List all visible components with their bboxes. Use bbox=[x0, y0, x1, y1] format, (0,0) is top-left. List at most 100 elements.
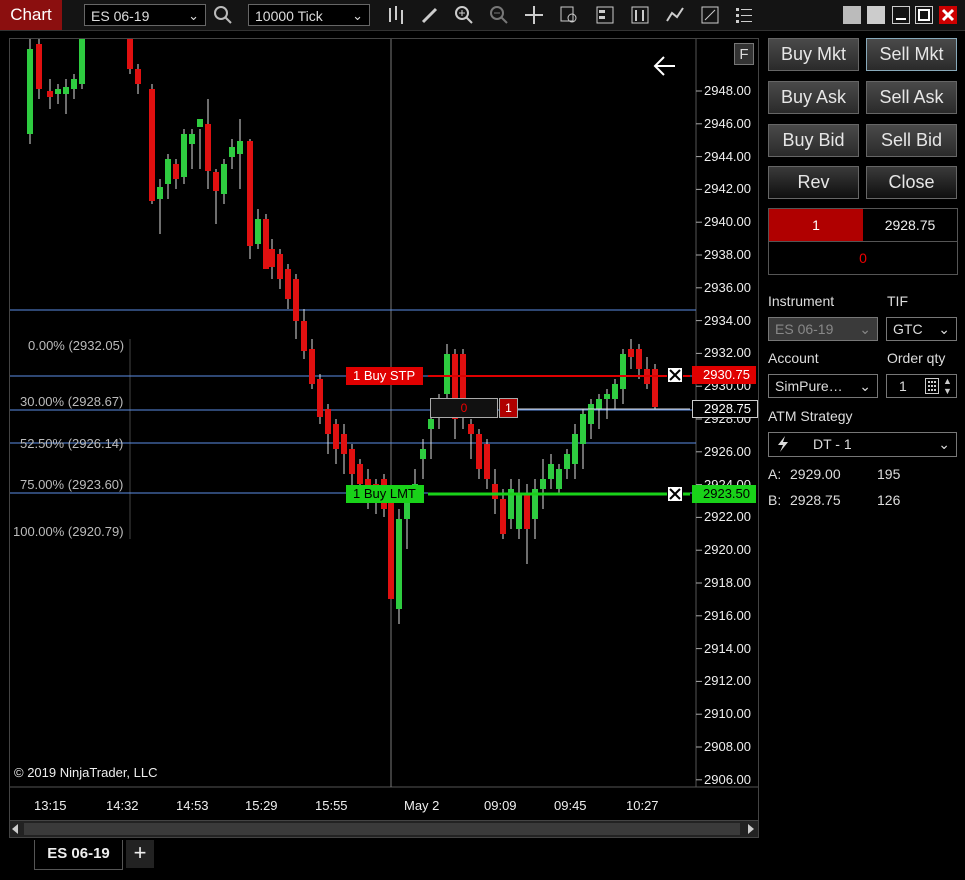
zoom-in-icon[interactable] bbox=[453, 4, 475, 26]
account-select-value: SimPure… bbox=[775, 378, 843, 394]
candle-body bbox=[221, 164, 227, 194]
f-button[interactable]: F bbox=[734, 43, 754, 65]
price-axis-label: 2948.00 bbox=[704, 83, 751, 98]
scroll-left-icon[interactable] bbox=[12, 824, 18, 834]
zoom-out-icon[interactable] bbox=[488, 4, 510, 26]
candle-body bbox=[255, 219, 261, 244]
add-tab-button[interactable]: + bbox=[126, 840, 154, 868]
tab-es-06-19[interactable]: ES 06-19 bbox=[34, 840, 123, 870]
indicators-icon[interactable] bbox=[699, 4, 721, 26]
fib-label-75: 75.00% (2923.60) bbox=[20, 477, 124, 492]
stepper-up-icon[interactable]: ▲ bbox=[943, 377, 952, 386]
candle-body bbox=[484, 444, 490, 479]
instrument-selector[interactable]: ES 06-19 ⌄ bbox=[84, 4, 206, 26]
candle-body bbox=[181, 134, 187, 177]
price-axis-label: 2910.00 bbox=[704, 706, 751, 722]
tif-label: TIF bbox=[887, 293, 908, 309]
maximize-window-icon[interactable] bbox=[915, 6, 933, 24]
time-axis-label: 09:45 bbox=[554, 798, 587, 813]
tif-select[interactable]: GTC ⌄ bbox=[886, 317, 957, 341]
calculator-icon[interactable] bbox=[925, 378, 939, 400]
properties-icon[interactable] bbox=[594, 4, 616, 26]
close-button[interactable]: Close bbox=[866, 166, 957, 199]
candle-body bbox=[317, 379, 323, 417]
stop-order-tag[interactable]: 1 Buy STP bbox=[346, 367, 424, 385]
price-axis-label: 2944.00 bbox=[704, 148, 751, 164]
order-qty-stepper[interactable]: 1 ▲ ▼ bbox=[886, 374, 957, 398]
sell-ask-button[interactable]: Sell Ask bbox=[866, 81, 957, 114]
time-axis[interactable]: 13:15 14:32 14:53 15:29 15:55 May 2 09:09 09:45… bbox=[10, 791, 696, 815]
candle-body bbox=[604, 394, 610, 399]
candle-body bbox=[237, 141, 243, 154]
candle-body bbox=[63, 87, 69, 94]
price-axis-label: 2932.00 bbox=[704, 345, 751, 361]
position-price-tag: 2928.75 bbox=[692, 400, 758, 418]
candle-body bbox=[229, 147, 235, 157]
candle-body bbox=[285, 269, 291, 299]
candle-body bbox=[357, 464, 363, 484]
scrollbar-thumb[interactable] bbox=[24, 823, 740, 835]
price-axis-label: 2946.00 bbox=[704, 115, 751, 131]
bid-price: 2928.75 bbox=[790, 492, 841, 508]
interval-selector-value: 10000 Tick bbox=[255, 8, 323, 24]
scroll-right-icon[interactable] bbox=[748, 824, 754, 834]
candle-body bbox=[213, 172, 219, 191]
sell-mkt-button[interactable]: Sell Mkt bbox=[866, 38, 957, 71]
arrow-left-icon[interactable] bbox=[652, 53, 678, 79]
stepper-down-icon[interactable]: ▼ bbox=[943, 387, 952, 396]
cancel-stop-order-icon[interactable] bbox=[667, 367, 683, 383]
minimize-window-icon[interactable] bbox=[892, 6, 910, 24]
buy-mkt-button[interactable]: Buy Mkt bbox=[768, 38, 859, 71]
order-qty-label: Order qty bbox=[887, 350, 946, 366]
price-axis-label: 2926.00 bbox=[704, 443, 751, 459]
crosshair-icon[interactable] bbox=[523, 4, 545, 26]
chevron-down-icon: ⌄ bbox=[859, 321, 871, 337]
sell-bid-button[interactable]: Sell Bid bbox=[866, 124, 957, 157]
candle-body bbox=[47, 91, 53, 97]
account-select[interactable]: SimPure… ⌄ bbox=[768, 374, 878, 398]
candle-body bbox=[71, 79, 77, 89]
candle-body bbox=[620, 354, 626, 389]
buy-bid-button[interactable]: Buy Bid bbox=[768, 124, 859, 157]
tif-select-value: GTC bbox=[893, 321, 923, 337]
candle-body bbox=[556, 469, 562, 489]
candle-body bbox=[293, 279, 299, 321]
bid-size: 126 bbox=[877, 492, 901, 508]
ask-label: A: bbox=[768, 466, 782, 482]
candle-body bbox=[396, 519, 402, 609]
time-axis-label: 09:09 bbox=[484, 798, 517, 813]
instrument-field[interactable]: ES 06-19 ⌄ bbox=[768, 317, 878, 341]
close-window-icon[interactable] bbox=[939, 6, 957, 24]
rev-button[interactable]: Rev bbox=[768, 166, 859, 199]
more-icon[interactable] bbox=[733, 4, 755, 26]
position-display: 1 2928.75 0 bbox=[768, 208, 958, 275]
drawing-tool-icon[interactable] bbox=[419, 4, 441, 26]
lightning-icon bbox=[777, 436, 789, 458]
chart-trader-icon[interactable] bbox=[629, 4, 651, 26]
candle-body bbox=[309, 349, 315, 384]
candle-body bbox=[27, 49, 33, 134]
search-icon[interactable] bbox=[212, 4, 234, 26]
limit-order-tag[interactable]: 1 Buy LMT bbox=[346, 485, 424, 503]
interval-selector[interactable]: 10000 Tick ⌄ bbox=[248, 4, 370, 26]
chevron-down-icon: ⌄ bbox=[352, 8, 363, 23]
buy-ask-button[interactable]: Buy Ask bbox=[768, 81, 859, 114]
candle-body bbox=[173, 164, 179, 179]
chart-panel[interactable]: 2948.00 2946.00 2944.00 2942.00 2940.00 2938.… bbox=[9, 38, 759, 838]
atm-strategy-select[interactable]: DT - 1 ⌄ bbox=[768, 432, 957, 457]
data-box-icon[interactable] bbox=[558, 4, 580, 26]
candle-body bbox=[572, 434, 578, 464]
candle-body bbox=[588, 404, 594, 424]
candle-body bbox=[36, 44, 42, 89]
horizontal-scrollbar[interactable] bbox=[10, 820, 758, 837]
price-axis-label: 2912.00 bbox=[704, 673, 751, 689]
minimize-panel-icon[interactable] bbox=[843, 6, 861, 24]
restore-panel-icon[interactable] bbox=[867, 6, 885, 24]
chevron-down-icon: ⌄ bbox=[859, 378, 871, 394]
candle-body bbox=[333, 424, 339, 449]
bar-type-icon[interactable] bbox=[385, 4, 407, 26]
candle-body bbox=[247, 141, 253, 246]
candle-body bbox=[612, 384, 618, 399]
strategies-icon[interactable] bbox=[664, 4, 686, 26]
cancel-limit-order-icon[interactable] bbox=[667, 486, 683, 502]
